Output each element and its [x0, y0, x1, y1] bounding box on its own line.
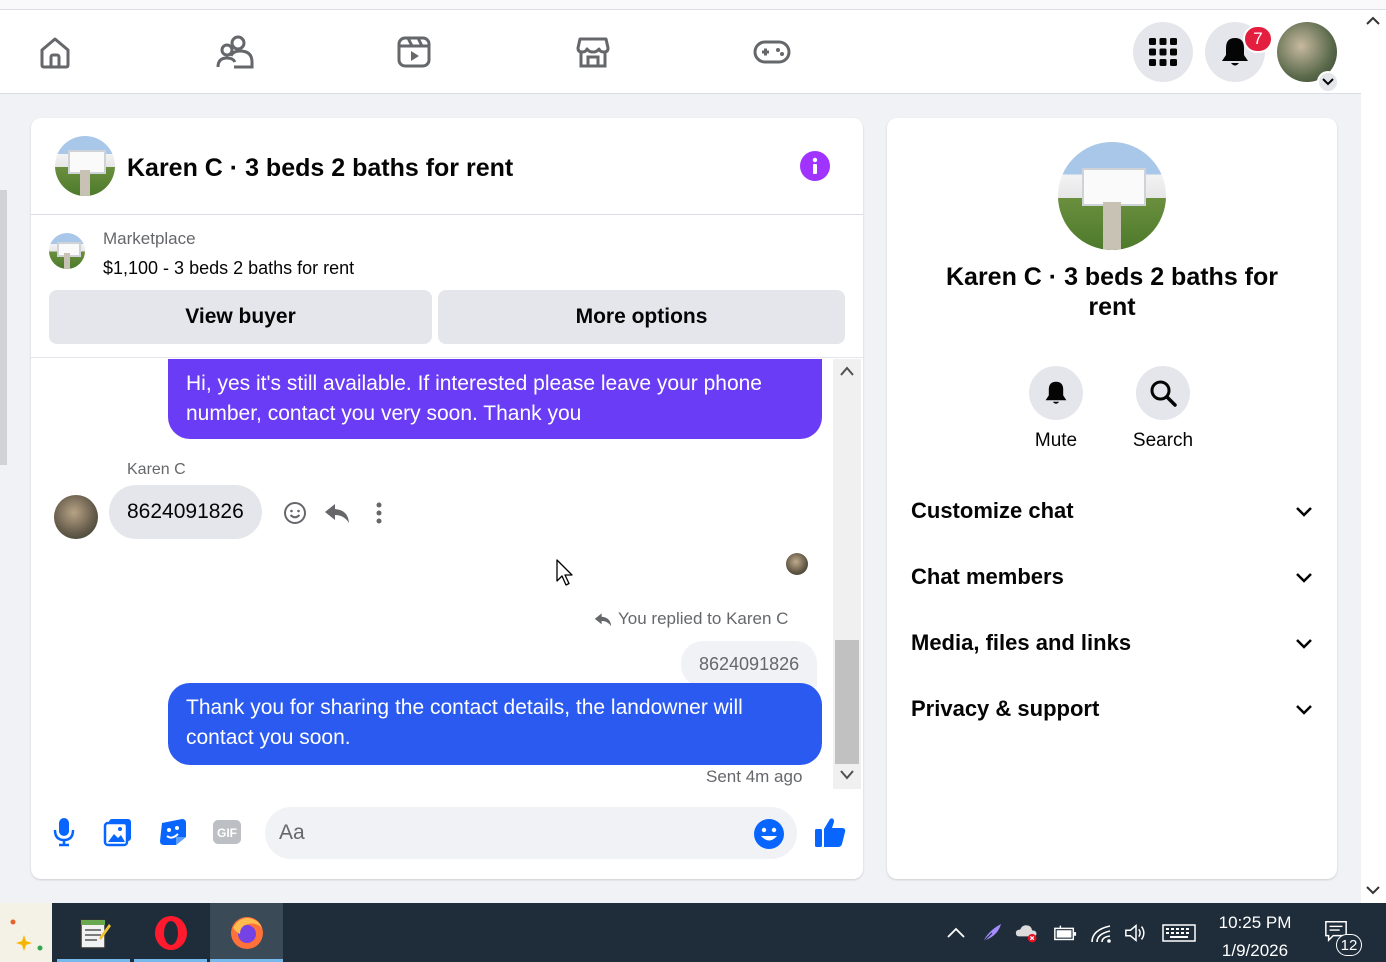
section-label: Chat members — [911, 564, 1064, 589]
view-buyer-button[interactable]: View buyer — [49, 290, 432, 344]
home-icon[interactable] — [35, 32, 75, 72]
start-sparkle-icon[interactable] — [0, 903, 52, 962]
opera-icon — [154, 915, 187, 950]
system-clock[interactable]: 10:25 PM 1/9/2026 — [1205, 909, 1305, 962]
wifi-icon[interactable] — [1090, 921, 1114, 945]
seen-avatar — [786, 553, 808, 575]
left-sidebar-edge — [0, 190, 7, 465]
volume-icon[interactable] — [1124, 921, 1148, 945]
info-icon[interactable] — [800, 151, 830, 181]
photo-icon[interactable] — [102, 816, 134, 848]
search-icon[interactable] — [1136, 366, 1190, 420]
pen-feather-icon[interactable] — [980, 921, 1004, 945]
microphone-icon[interactable] — [48, 816, 80, 848]
top-navigation: 7 — [0, 10, 1361, 94]
chevron-down-icon — [1296, 638, 1312, 649]
scroll-down-arrow-icon[interactable] — [1366, 885, 1380, 895]
info-title: Karen C · 3 beds 2 baths for rent — [945, 263, 1279, 321]
sent-status: Sent 4m ago — [706, 767, 803, 786]
section-privacy-support[interactable]: Privacy & support — [911, 687, 1313, 731]
firefox-icon — [230, 916, 263, 949]
mute-button[interactable]: Mute — [1016, 366, 1096, 452]
browser-top-strip — [0, 0, 1386, 10]
marketplace-listing: Marketplace $1,100 - 3 beds 2 baths for … — [31, 216, 863, 358]
quoted-message[interactable]: 8624091826 — [681, 641, 818, 687]
mouse-cursor-icon — [555, 559, 575, 592]
message-input[interactable] — [279, 807, 739, 859]
section-chat-members[interactable]: Chat members — [911, 555, 1313, 599]
outgoing-message[interactable]: Thank you for sharing the contact detail… — [168, 683, 822, 765]
more-actions-icon[interactable] — [365, 499, 393, 527]
section-label: Media, files and links — [911, 630, 1132, 655]
more-options-button[interactable]: More options — [438, 290, 845, 344]
chevron-down-icon — [1296, 506, 1312, 517]
battery-icon[interactable] — [1053, 921, 1077, 945]
reply-context: You replied to Karen C — [594, 609, 788, 629]
mute-bell-icon[interactable] — [1029, 366, 1083, 420]
message-composer: GIF — [31, 798, 863, 879]
page-scrollbar[interactable] — [1361, 10, 1386, 903]
keyboard-icon[interactable] — [1162, 921, 1196, 945]
chevron-down-icon[interactable] — [1317, 71, 1339, 93]
section-label: Customize chat — [911, 498, 1074, 523]
chevron-down-icon — [1296, 704, 1312, 715]
notification-count-badge: 12 — [1336, 934, 1362, 956]
section-media-files-links[interactable]: Media, files and links — [911, 621, 1313, 665]
taskbar-app-firefox[interactable] — [210, 903, 283, 962]
like-thumbs-up-icon[interactable] — [813, 814, 847, 850]
section-customize-chat[interactable]: Customize chat — [911, 489, 1313, 533]
reply-icon — [594, 612, 612, 626]
message-input-box — [265, 807, 797, 859]
emoji-icon[interactable] — [753, 818, 785, 850]
conversation-info-panel: Karen C · 3 beds 2 baths for rent Mute S… — [887, 118, 1337, 879]
clock-time: 10:25 PM — [1218, 913, 1292, 932]
listing-avatar[interactable] — [55, 136, 115, 196]
chat-title[interactable]: Karen C · 3 beds 2 baths for rent — [127, 154, 513, 183]
chat-header: Karen C · 3 beds 2 baths for rent — [31, 118, 863, 215]
react-emoji-icon[interactable] — [281, 499, 309, 527]
onedrive-error-icon[interactable] — [1015, 921, 1039, 945]
scroll-up-arrow-icon[interactable] — [839, 365, 855, 377]
mute-label: Mute — [1034, 430, 1078, 451]
marketplace-icon[interactable] — [573, 32, 613, 72]
chat-window: Karen C · 3 beds 2 baths for rent Market… — [31, 118, 863, 879]
listing-price[interactable]: $1,100 - 3 beds 2 baths for rent — [103, 258, 354, 279]
notifications-badge: 7 — [1243, 25, 1273, 53]
incoming-message[interactable]: 8624091826 — [109, 485, 262, 539]
reply-icon[interactable] — [323, 499, 351, 527]
friends-icon[interactable] — [215, 32, 255, 72]
taskbar-app-notepad[interactable] — [57, 903, 130, 962]
marketplace-label: Marketplace — [103, 229, 196, 248]
scroll-down-arrow-icon[interactable] — [839, 769, 855, 781]
clock-date: 1/9/2026 — [1221, 941, 1289, 960]
grid-menu-icon[interactable] — [1133, 22, 1193, 82]
search-label: Search — [1132, 430, 1194, 451]
scroll-up-arrow-icon[interactable] — [1366, 16, 1380, 26]
scrollbar-thumb[interactable] — [835, 640, 859, 764]
sender-name: Karen C — [127, 461, 186, 478]
svg-text:GIF: GIF — [217, 826, 237, 840]
outgoing-message[interactable]: Hi, yes it's still available. If interes… — [168, 359, 822, 439]
listing-thumbnail[interactable] — [49, 233, 85, 269]
message-list: Hi, yes it's still available. If interes… — [31, 359, 863, 789]
taskbar: 10:25 PM 1/9/2026 — [0, 903, 1386, 962]
show-hidden-icons-chevron-up-icon[interactable] — [944, 921, 968, 945]
section-label: Privacy & support — [911, 696, 1100, 721]
notepad-icon — [79, 918, 111, 949]
gaming-icon[interactable] — [752, 32, 792, 72]
sender-avatar[interactable] — [54, 495, 98, 539]
replied-label: You replied to Karen C — [618, 609, 789, 628]
sticker-icon[interactable] — [157, 816, 189, 848]
message-scrollbar[interactable] — [833, 359, 861, 789]
listing-avatar-large[interactable] — [1058, 142, 1166, 250]
chevron-down-icon — [1296, 572, 1312, 583]
taskbar-app-opera[interactable] — [134, 903, 207, 962]
search-button[interactable]: Search — [1123, 366, 1203, 452]
video-icon[interactable] — [394, 32, 434, 72]
gif-icon[interactable]: GIF — [211, 816, 243, 848]
